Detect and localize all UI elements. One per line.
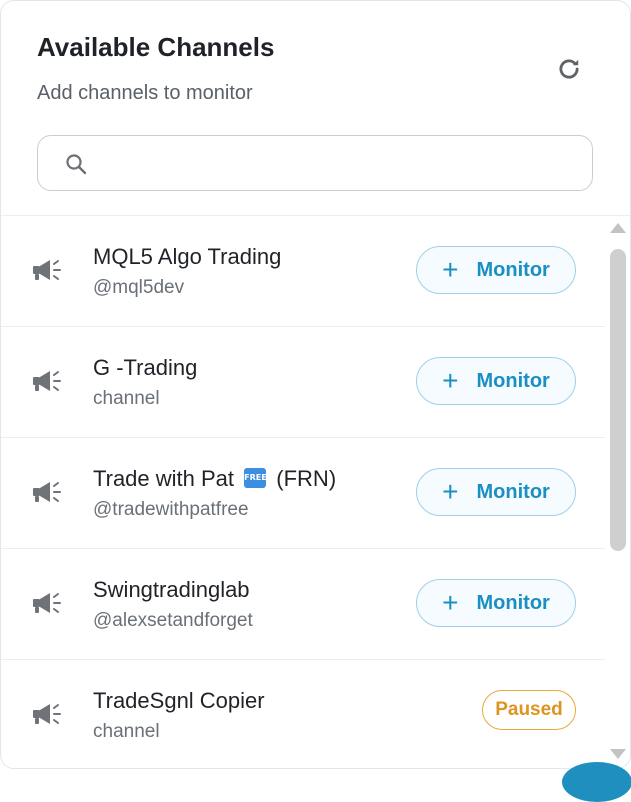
monitor-button[interactable]: + Monitor: [416, 246, 576, 294]
monitor-label: Monitor: [476, 258, 550, 281]
monitor-button[interactable]: + Monitor: [416, 357, 576, 405]
channel-row: MQL5 Algo Trading @mql5dev + Monitor: [1, 216, 605, 327]
channel-handle: @tradewithpatfree: [93, 499, 249, 520]
plus-icon: +: [442, 587, 459, 618]
plus-icon: +: [442, 476, 459, 507]
search-box[interactable]: [37, 135, 593, 191]
megaphone-icon: [33, 704, 61, 724]
channel-handle: channel: [93, 388, 160, 409]
plus-icon: +: [442, 254, 459, 285]
megaphone-icon: [33, 260, 61, 280]
channel-handle: channel: [93, 721, 160, 742]
channel-name: Trade with Pat FREE (FRN): [93, 466, 336, 492]
monitor-button[interactable]: + Monitor: [416, 579, 576, 627]
monitor-button[interactable]: + Monitor: [416, 468, 576, 516]
available-channels-panel: Available Channels Add channels to monit…: [0, 0, 631, 769]
scroll-up-arrow-icon[interactable]: [610, 223, 626, 233]
panel-title: Available Channels: [37, 32, 275, 62]
channel-row: TradeSgnl Copier channel Paused: [1, 660, 605, 768]
scrollbar[interactable]: [607, 223, 629, 763]
channel-name: Swingtradinglab: [93, 577, 250, 602]
monitor-label: Monitor: [476, 480, 550, 503]
floating-action-button[interactable]: [562, 762, 631, 802]
channel-name-suffix: (FRN): [276, 466, 337, 491]
search-input[interactable]: [102, 146, 576, 182]
channel-row: Swingtradinglab @alexsetandforget + Moni…: [1, 549, 605, 660]
channel-name: TradeSgnl Copier: [93, 688, 265, 713]
monitor-label: Monitor: [476, 591, 550, 614]
channel-list: MQL5 Algo Trading @mql5dev + Monitor G -…: [1, 216, 605, 768]
channel-row: Trade with Pat FREE (FRN) @tradewithpatf…: [1, 438, 605, 549]
plus-icon: +: [442, 365, 459, 396]
search-icon: [66, 154, 87, 175]
monitor-label: Monitor: [476, 369, 550, 392]
channel-name: G -Trading: [93, 355, 198, 380]
channel-handle: @alexsetandforget: [93, 610, 253, 631]
paused-status-badge: Paused: [482, 690, 576, 730]
channel-row: G -Trading channel + Monitor: [1, 327, 605, 438]
channel-handle: @mql5dev: [93, 277, 185, 298]
channel-name: MQL5 Algo Trading: [93, 244, 282, 269]
megaphone-icon: [33, 593, 61, 613]
megaphone-icon: [33, 482, 61, 502]
free-badge-icon: FREE: [244, 468, 267, 489]
panel-header: Available Channels Add channels to monit…: [37, 31, 274, 105]
refresh-button[interactable]: [553, 53, 585, 85]
scroll-thumb[interactable]: [610, 249, 626, 551]
panel-subtitle: Add channels to monitor: [37, 82, 253, 104]
megaphone-icon: [33, 371, 61, 391]
refresh-icon: [559, 59, 579, 79]
scroll-down-arrow-icon[interactable]: [610, 749, 626, 759]
channel-name-text: Trade with Pat: [93, 466, 235, 491]
